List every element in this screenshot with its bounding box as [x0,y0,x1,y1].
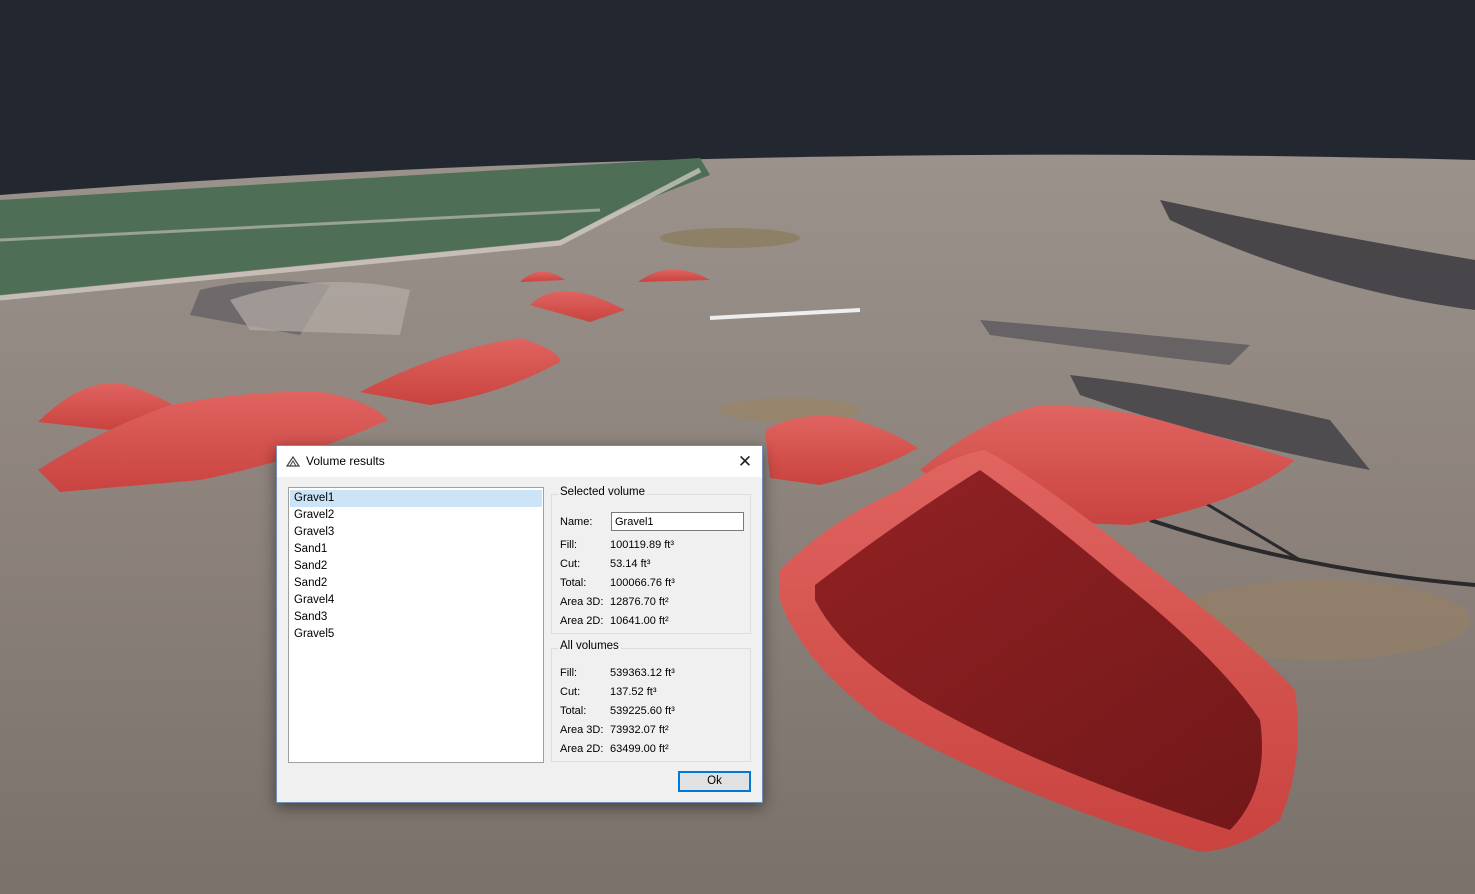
name-label: Name: [560,515,610,529]
cut-row: Cut:53.14 ft³ [560,557,650,571]
fill-row: Fill:539363.12 ft³ [560,666,675,680]
cut-row: Cut:137.52 ft³ [560,685,656,699]
close-icon: ✕ [738,452,752,472]
volume-results-dialog: Volume results ✕ Gravel1 Gravel2 Gravel3… [276,445,763,803]
area-3d-row: Area 3D:73932.07 ft² [560,723,669,737]
list-item[interactable]: Gravel1 [290,490,542,507]
fill-row: Fill:100119.89 ft³ [560,538,674,552]
list-item[interactable]: Sand3 [290,609,542,626]
list-item[interactable]: Gravel2 [290,507,542,524]
all-volumes-group: All volumes Fill:539363.12 ft³ Cut:137.5… [551,648,751,762]
area-3d-row: Area 3D:12876.70 ft² [560,595,669,609]
area-2d-row: Area 2D:63499.00 ft² [560,742,669,756]
dialog-titlebar[interactable]: Volume results ✕ [277,446,762,477]
list-item[interactable]: Gravel4 [290,592,542,609]
dialog-title: Volume results [306,454,385,468]
list-item[interactable]: Gravel3 [290,524,542,541]
total-row: Total:539225.60 ft³ [560,704,675,718]
list-item[interactable]: Sand1 [290,541,542,558]
area-2d-row: Area 2D:10641.00 ft² [560,614,669,628]
close-button[interactable]: ✕ [728,446,762,477]
total-row: Total:100066.76 ft³ [560,576,675,590]
volume-icon [286,455,300,467]
volume-list[interactable]: Gravel1 Gravel2 Gravel3 Sand1 Sand2 Sand… [288,487,544,763]
ok-button[interactable]: Ok [678,771,751,792]
list-item[interactable]: Gravel5 [290,626,542,643]
name-input[interactable] [611,512,744,531]
selected-volume-group: Selected volume Name: Fill:100119.89 ft³… [551,494,751,634]
group-title: All volumes [558,640,621,652]
list-item[interactable]: Sand2 [290,575,542,592]
group-title: Selected volume [558,486,647,498]
list-item[interactable]: Sand2 [290,558,542,575]
